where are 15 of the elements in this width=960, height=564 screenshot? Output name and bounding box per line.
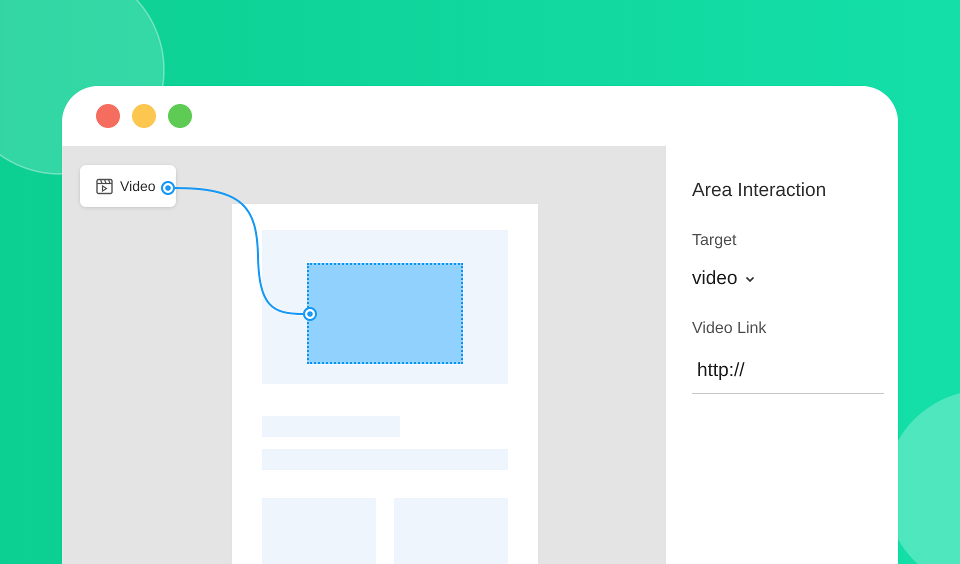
anchor-handle[interactable]	[161, 181, 175, 195]
selected-area[interactable]	[307, 263, 463, 364]
field-label: Video Link	[692, 320, 766, 338]
window-control[interactable]	[132, 104, 156, 128]
panel-title: Area Interaction	[692, 180, 826, 202]
chevron-down-icon	[745, 276, 756, 282]
node-label: Video	[120, 178, 156, 194]
anchor-handle[interactable]	[303, 307, 317, 321]
window-control[interactable]	[96, 104, 120, 128]
field-label: Target	[692, 232, 736, 250]
target-dropdown[interactable]: video	[692, 268, 756, 290]
window-control[interactable]	[168, 104, 192, 128]
link-input[interactable]: http://	[692, 352, 884, 394]
video-node[interactable]: Video	[80, 165, 176, 207]
video-icon	[96, 178, 113, 194]
